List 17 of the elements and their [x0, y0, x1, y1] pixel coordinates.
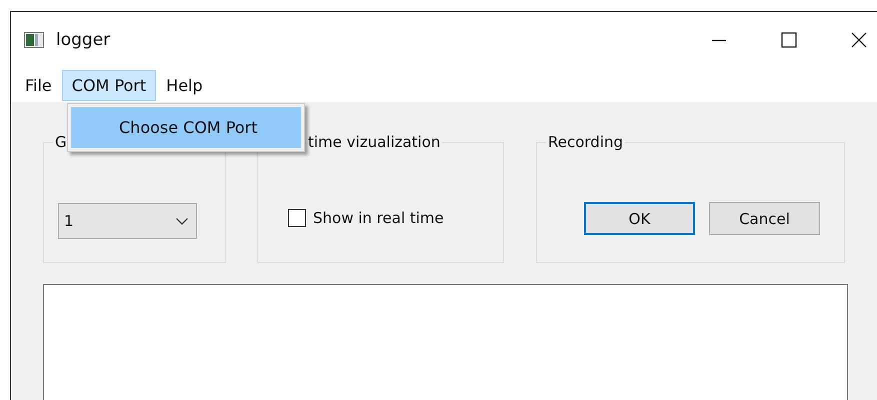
menu-item[interactable]: COM Port [62, 70, 156, 100]
menu-item[interactable]: Help [156, 70, 213, 100]
group-title: time vizualization [307, 133, 442, 151]
menu-item[interactable]: File [15, 70, 62, 100]
group-title: G [54, 133, 68, 151]
close-icon[interactable] [851, 32, 867, 48]
dialog-button[interactable]: Cancel [709, 202, 820, 235]
group-title: Recording [547, 133, 624, 151]
checkbox[interactable] [288, 209, 306, 227]
app-icon [24, 32, 44, 48]
chevron-icon [176, 218, 188, 224]
dropdown[interactable]: 1 [58, 203, 197, 239]
menu-option[interactable]: Choose COM Port [71, 107, 301, 148]
dialog-button[interactable]: OK [584, 202, 695, 235]
maximize-icon[interactable] [781, 32, 797, 48]
checkbox-label: Show in real time [313, 209, 444, 227]
window-title: logger [56, 30, 110, 50]
